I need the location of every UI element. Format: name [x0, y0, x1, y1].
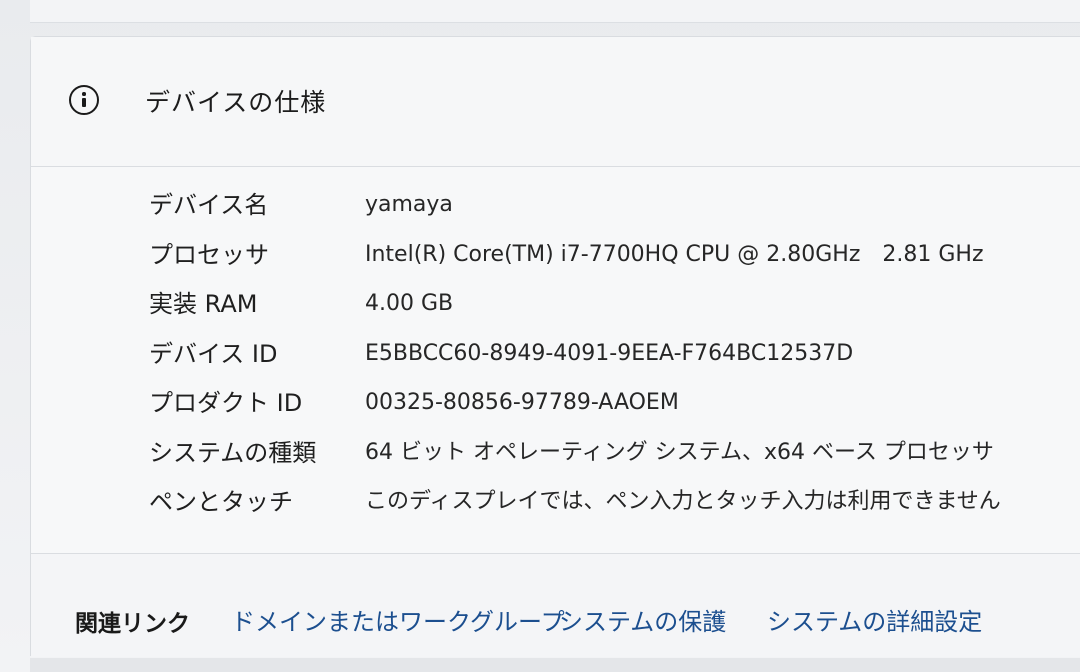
spec-label: ペンとタッチ — [149, 488, 293, 516]
spec-row-ram: 実装 RAM 4.00 GB — [149, 286, 1069, 336]
spec-row-pen-touch: ペンとタッチ このディスプレイでは、ペン入力とタッチ入力は利用できません — [149, 484, 1069, 534]
spec-row-system-type: システムの種類 64 ビット オペレーティング システム、x64 ベース プロセ… — [149, 435, 1069, 485]
card-title: デバイスの仕様 — [145, 88, 327, 117]
spec-value: 64 ビット オペレーティング システム、x64 ベース プロセッサ — [365, 439, 994, 465]
spec-value: yamaya — [365, 192, 453, 217]
spec-label: プロセッサ — [149, 240, 269, 269]
processor-name: Intel(R) Core(TM) i7-7700HQ CPU @ 2.80GH… — [365, 241, 861, 267]
spec-row-device-name: デバイス名 yamaya — [149, 187, 1069, 237]
previous-section-edge — [30, 0, 1080, 23]
settings-page: デバイスの仕様 デバイス名 yamaya プロセッサ Intel(R) Core… — [0, 0, 1080, 672]
related-links-label: 関連リンク — [75, 611, 190, 637]
card-header[interactable]: デバイスの仕様 — [31, 37, 1080, 167]
spec-row-product-id: プロダクト ID 00325-80856-97789-AAOEM — [149, 385, 1069, 435]
spec-label: デバイス ID — [149, 339, 278, 368]
spec-value: Intel(R) Core(TM) i7-7700HQ CPU @ 2.80GH… — [365, 237, 984, 273]
spec-list: デバイス名 yamaya プロセッサ Intel(R) Core(TM) i7-… — [149, 187, 1069, 534]
domain-workgroup-link[interactable]: ドメインまたはワークグループ — [231, 602, 565, 637]
spec-row-device-id: デバイス ID E5BBCC60-8949-4091-9EEA-F764BC12… — [149, 336, 1069, 386]
system-protection-link[interactable]: システムの保護 — [559, 602, 726, 637]
spec-row-processor: プロセッサ Intel(R) Core(TM) i7-7700HQ CPU @ … — [149, 237, 1069, 287]
info-icon — [69, 85, 99, 115]
spec-label: デバイス名 — [149, 191, 269, 219]
advanced-system-settings-link[interactable]: システムの詳細設定 — [767, 602, 982, 637]
spec-value: E5BBCC60-8949-4091-9EEA-F764BC12537D — [365, 340, 854, 366]
spec-label: 実装 RAM — [149, 290, 258, 318]
related-links-bar: 関連リンク ドメインまたはワークグループ システムの保護 システムの詳細設定 — [31, 553, 1080, 657]
spec-label: システムの種類 — [149, 438, 317, 467]
spec-value: このディスプレイでは、ペン入力とタッチ入力は利用できません — [365, 489, 1001, 514]
spec-label: プロダクト ID — [149, 389, 303, 417]
processor-speed: 2.81 GHz — [882, 241, 984, 267]
spec-value: 00325-80856-97789-AAOEM — [365, 390, 679, 415]
device-specifications-card: デバイスの仕様 デバイス名 yamaya プロセッサ Intel(R) Core… — [30, 36, 1080, 657]
next-section-edge — [30, 658, 1080, 672]
spec-value: 4.00 GB — [365, 291, 454, 316]
